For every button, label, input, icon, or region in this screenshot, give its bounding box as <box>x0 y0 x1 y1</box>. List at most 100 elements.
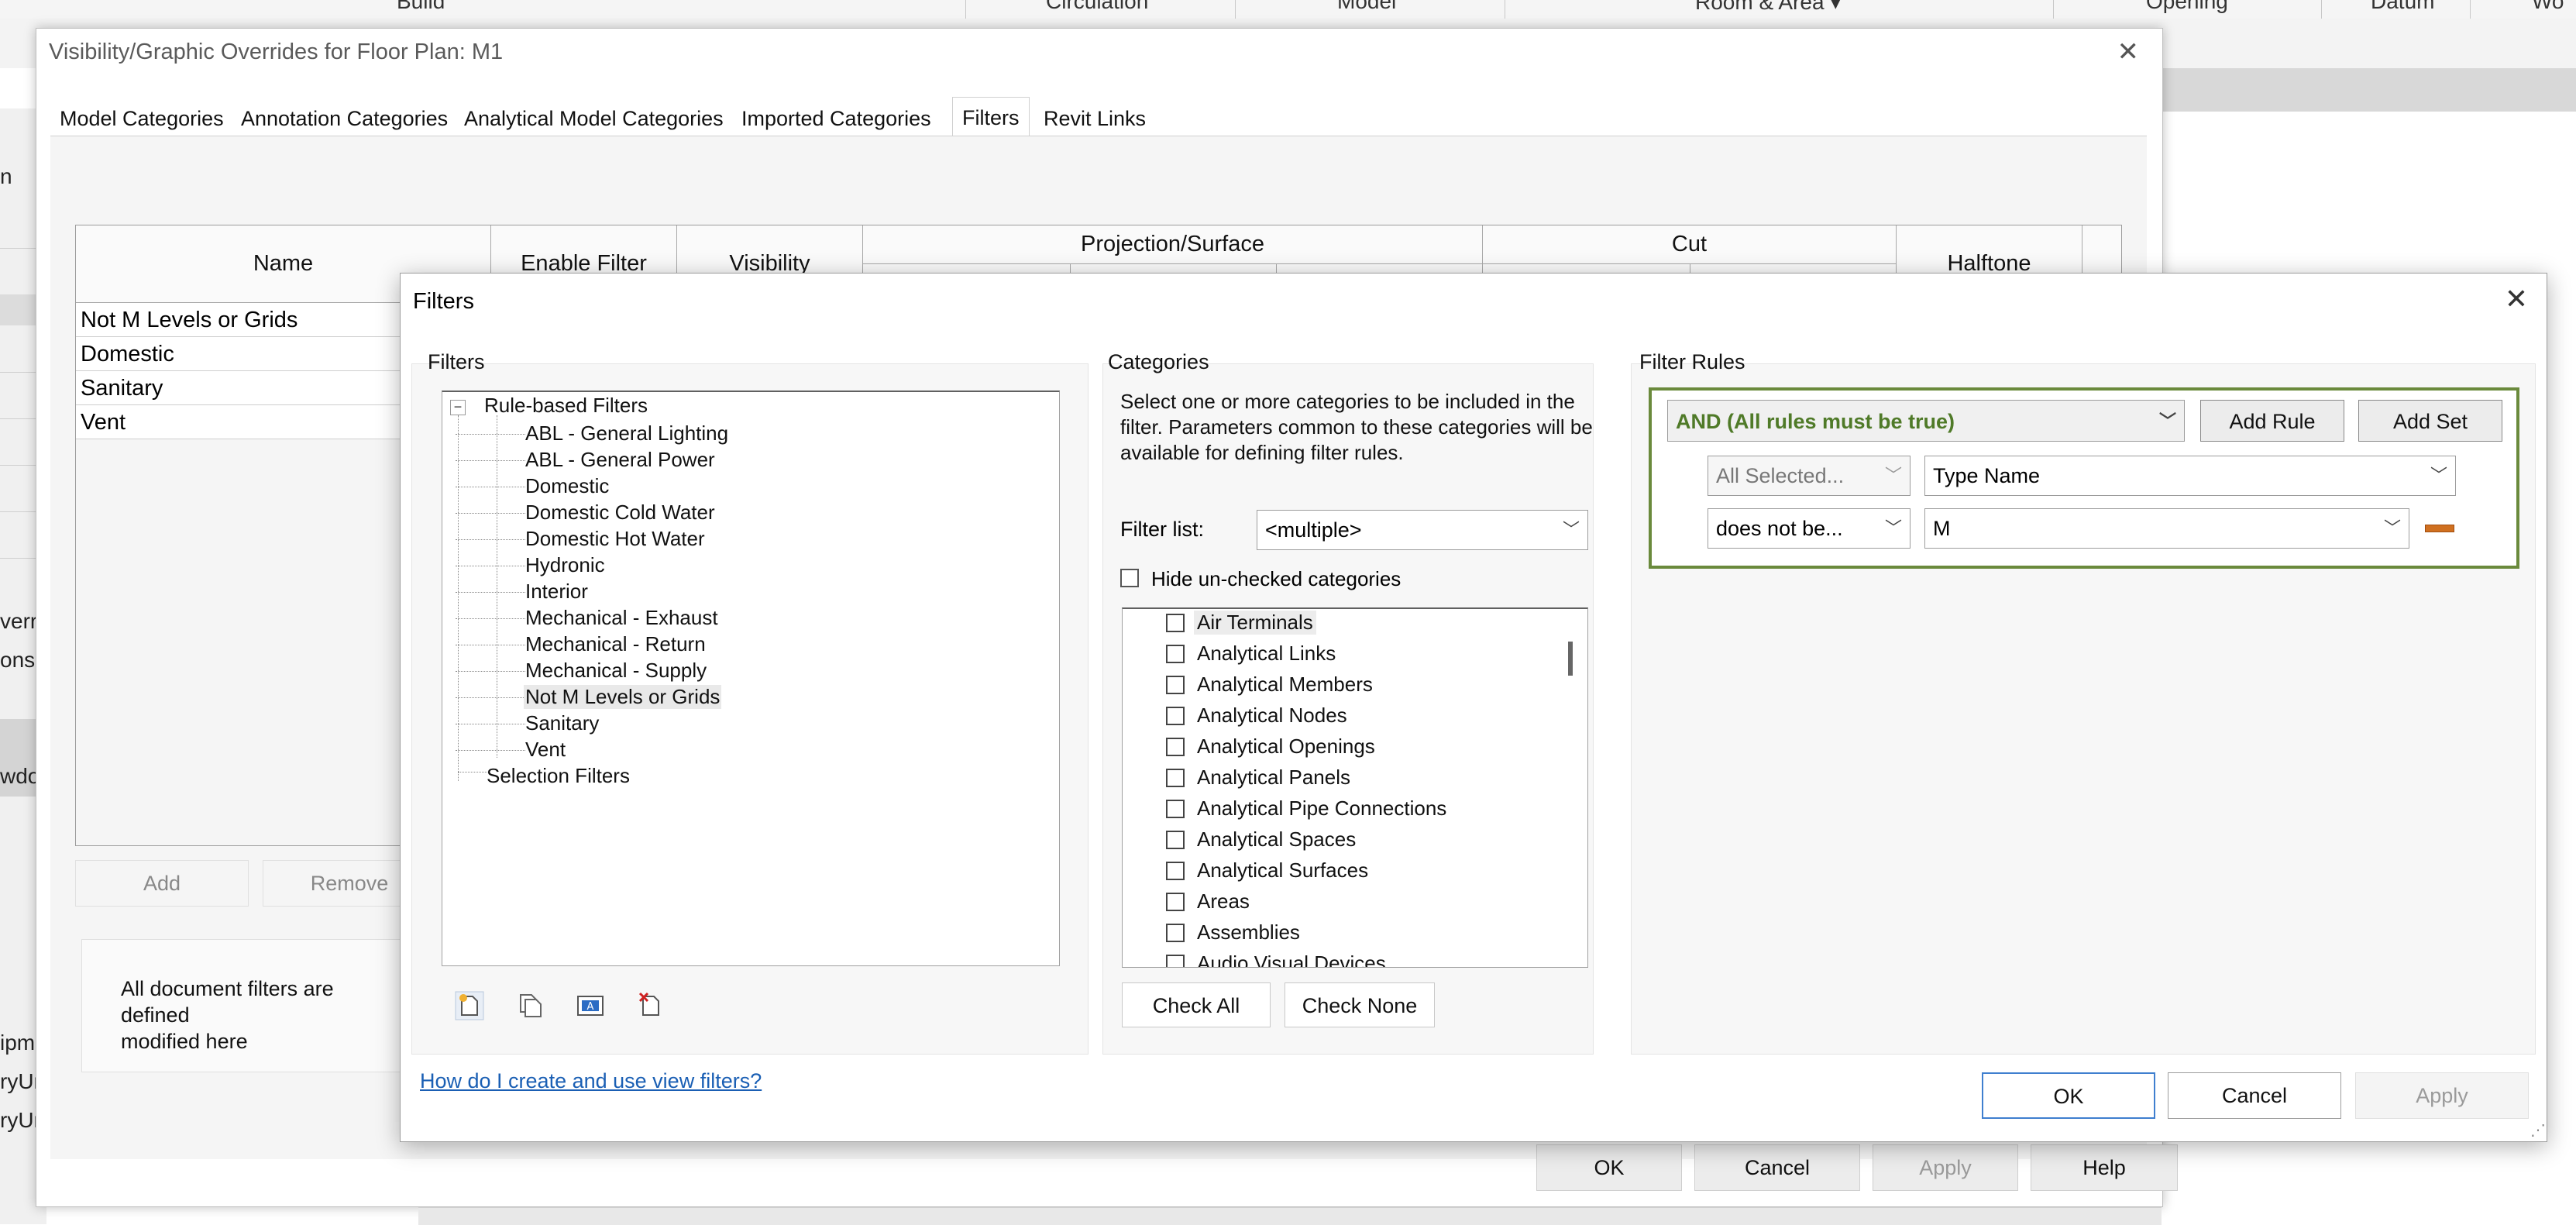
hide-unchecked-checkbox[interactable] <box>1120 569 1139 587</box>
list-item[interactable]: Analytical Links <box>1123 640 1556 669</box>
rule-value-combobox[interactable]: M ﹀ <box>1924 508 2409 549</box>
tab-filters[interactable]: Filters <box>952 97 1030 138</box>
category-checkbox[interactable] <box>1166 738 1185 756</box>
category-label: Audio Visual Devices <box>1197 951 1386 968</box>
category-checkbox[interactable] <box>1166 645 1185 663</box>
ribbon-tab-wo[interactable]: Wo <box>2532 0 2564 14</box>
cancel-button[interactable]: Cancel <box>2168 1072 2341 1119</box>
tree-root-rule-based[interactable]: Rule-based Filters <box>483 394 649 418</box>
panel-text: ryUr <box>0 1108 41 1132</box>
tab-model-categories[interactable]: Model Categories <box>50 102 233 136</box>
duplicate-filter-icon[interactable] <box>513 989 547 1023</box>
tree-item[interactable]: Mechanical - Supply <box>524 659 708 683</box>
ribbon-tab-build[interactable]: Build <box>397 0 445 14</box>
category-checkbox[interactable] <box>1166 862 1185 880</box>
filter-rules-panel-title: Filter Rules <box>1639 350 1745 373</box>
remove-rule-icon[interactable] <box>2425 525 2454 532</box>
category-checkbox[interactable] <box>1166 707 1185 725</box>
category-checkbox[interactable] <box>1166 831 1185 849</box>
tree-item[interactable]: Domestic <box>524 474 610 498</box>
tab-imported-categories[interactable]: Imported Categories <box>732 102 941 136</box>
rule-value: M <box>1933 517 1951 540</box>
rule-parameter-dropdown[interactable]: Type Name ﹀ <box>1924 456 2456 496</box>
tree-item[interactable]: ABL - General Lighting <box>524 422 730 446</box>
filter-list-value: <multiple> <box>1265 518 1362 542</box>
list-item[interactable]: Analytical Surfaces <box>1123 857 1556 886</box>
tree-item[interactable]: Vent <box>524 738 567 762</box>
header-cut: Cut <box>1483 225 1897 264</box>
tab-analytical-model-categories[interactable]: Analytical Model Categories <box>455 102 733 136</box>
table-row[interactable]: Vent <box>76 405 401 439</box>
category-checkbox[interactable] <box>1166 893 1185 911</box>
rule-operator-dropdown[interactable]: does not be... ﹀ <box>1708 508 1911 549</box>
category-checkbox[interactable] <box>1166 800 1185 818</box>
list-item[interactable]: Analytical Members <box>1123 671 1556 700</box>
category-checkbox[interactable] <box>1166 924 1185 942</box>
table-row[interactable]: Not M Levels or Grids <box>76 303 401 337</box>
new-filter-icon[interactable] <box>452 989 487 1023</box>
cancel-button[interactable]: Cancel <box>1694 1144 1860 1191</box>
close-icon[interactable]: ✕ <box>2505 283 2528 315</box>
resize-grip-icon[interactable]: ⋰ <box>2530 1120 2546 1140</box>
category-checkbox[interactable] <box>1166 614 1185 632</box>
check-all-button[interactable]: Check All <box>1122 982 1271 1027</box>
chevron-down-icon: ﹀ <box>2430 466 2447 485</box>
list-item[interactable]: Air Terminals <box>1123 609 1556 638</box>
ribbon-tab-circulation[interactable]: Circulation <box>1046 0 1148 14</box>
check-none-button[interactable]: Check None <box>1285 982 1435 1027</box>
tree-item[interactable]: Mechanical - Return <box>524 632 707 656</box>
add-button[interactable]: Add <box>75 860 249 907</box>
help-link[interactable]: How do I create and use view filters? <box>420 1069 762 1093</box>
tree-item-selected[interactable]: Not M Levels or Grids <box>524 685 722 709</box>
logic-dropdown[interactable]: AND (All rules must be true) ﹀ <box>1667 400 2185 442</box>
ok-button[interactable]: OK <box>1536 1144 1682 1191</box>
ribbon-tab-model[interactable]: Model <box>1337 0 1396 14</box>
ok-button[interactable]: OK <box>1982 1072 2155 1119</box>
tree-item[interactable]: Domestic Cold Water <box>524 501 717 525</box>
list-item[interactable]: Analytical Panels <box>1123 764 1556 793</box>
category-checkbox[interactable] <box>1166 769 1185 787</box>
ribbon-tab-datum[interactable]: Datum <box>2371 0 2434 14</box>
help-button[interactable]: Help <box>2031 1144 2178 1191</box>
tab-annotation-categories[interactable]: Annotation Categories <box>232 102 457 136</box>
collapse-icon[interactable]: − <box>450 400 466 415</box>
tree-item[interactable]: Interior <box>524 580 590 604</box>
ribbon-tab-opening[interactable]: Opening <box>2146 0 2228 14</box>
apply-button[interactable]: Apply <box>2355 1072 2529 1119</box>
filter-list-dropdown[interactable]: <multiple> ﹀ <box>1257 510 1588 550</box>
category-checkbox[interactable] <box>1166 955 1185 967</box>
tree-item[interactable]: Domestic Hot Water <box>524 527 707 551</box>
dialog-title: Visibility/Graphic Overrides for Floor P… <box>49 40 504 64</box>
list-item[interactable]: Analytical Nodes <box>1123 702 1556 731</box>
rename-filter-icon[interactable]: A <box>573 989 607 1023</box>
background-bar <box>2162 68 2576 112</box>
list-item[interactable]: Analytical Spaces <box>1123 826 1556 855</box>
delete-filter-icon[interactable] <box>634 989 668 1023</box>
category-checkbox[interactable] <box>1166 676 1185 694</box>
list-item[interactable]: Areas <box>1123 888 1556 917</box>
tab-revit-links[interactable]: Revit Links <box>1034 102 1155 136</box>
list-item[interactable]: Audio Visual Devices <box>1123 950 1556 968</box>
tree-root-selection[interactable]: Selection Filters <box>485 764 631 788</box>
add-set-button[interactable]: Add Set <box>2358 400 2502 442</box>
categories-list[interactable]: Air Terminals Analytical Links Analytica… <box>1122 607 1588 968</box>
list-item[interactable]: Analytical Openings <box>1123 733 1556 762</box>
panel-text: ons <box>0 648 36 672</box>
list-item[interactable]: Assemblies <box>1123 919 1556 948</box>
tree-item[interactable]: Hydronic <box>524 553 607 577</box>
tree-item[interactable]: ABL - General Power <box>524 448 717 472</box>
rule-category-dropdown[interactable]: All Selected... ﹀ <box>1708 456 1911 496</box>
tree-item[interactable]: Mechanical - Exhaust <box>524 606 720 630</box>
tree-item[interactable]: Sanitary <box>524 711 600 735</box>
table-row[interactable]: Domestic <box>76 337 401 371</box>
chevron-down-icon: ﹀ <box>1562 520 1580 539</box>
ribbon-tab-room-area[interactable]: Room & Area ▾ <box>1695 0 1841 15</box>
scrollbar-thumb[interactable] <box>1568 642 1573 676</box>
category-label: Analytical Members <box>1197 673 1373 696</box>
rule-category-value: All Selected... <box>1716 464 1845 487</box>
list-item[interactable]: Analytical Pipe Connections <box>1123 795 1556 824</box>
close-icon[interactable]: ✕ <box>2117 36 2140 67</box>
apply-button[interactable]: Apply <box>1873 1144 2018 1191</box>
table-row[interactable]: Sanitary <box>76 371 401 405</box>
add-rule-button[interactable]: Add Rule <box>2200 400 2344 442</box>
